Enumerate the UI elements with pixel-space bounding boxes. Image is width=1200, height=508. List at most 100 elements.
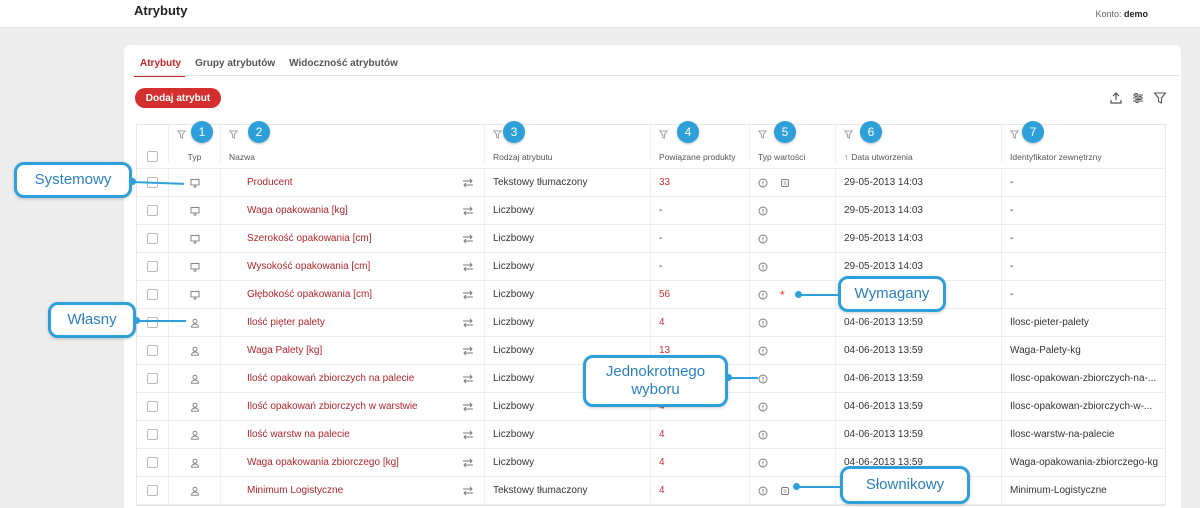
tabs-divider — [134, 75, 1179, 76]
swap-icon[interactable] — [462, 346, 474, 356]
swap-icon[interactable] — [462, 290, 474, 300]
row-checkbox[interactable] — [147, 205, 158, 216]
attribute-name-link[interactable]: Ilość pięter palety — [247, 317, 325, 328]
row-checkbox[interactable] — [147, 261, 158, 272]
col-created-header[interactable]: 6 ↑ Data utworzenia — [836, 121, 1002, 162]
value-type-cell — [750, 365, 836, 392]
table-row[interactable]: Producent Tekstowy tłumaczony 33 29-05-2013… — [137, 169, 1165, 197]
filter-icon[interactable] — [1010, 130, 1019, 139]
table-row[interactable]: Waga opakowania zbiorczego [kg] Liczbowy 4… — [137, 449, 1165, 477]
linked-products-count[interactable]: 56 — [659, 289, 670, 300]
type-cell — [169, 477, 221, 504]
created-date: 04-06-2013 13:59 — [844, 317, 923, 328]
filter-icon[interactable] — [758, 130, 767, 139]
type-cell — [169, 449, 221, 476]
col-value-type-header[interactable]: 5 Typ wartości — [750, 121, 836, 162]
table-row[interactable]: Ilość warstw na palecie Liczbowy 4 04-06-20… — [137, 421, 1165, 449]
row-checkbox[interactable] — [147, 345, 158, 356]
swap-icon[interactable] — [462, 458, 474, 468]
type-cell — [169, 309, 221, 336]
dictionary-icon — [781, 486, 789, 495]
row-checkbox[interactable] — [147, 233, 158, 244]
col-value-type-label: Typ wartości — [758, 152, 806, 162]
attribute-name-link[interactable]: Ilość opakowań zbiorczych w warstwie — [247, 401, 418, 412]
created-date: 04-06-2013 13:59 — [844, 401, 923, 412]
created-date: 29-05-2013 14:03 — [844, 177, 923, 188]
row-checkbox[interactable] — [147, 373, 158, 384]
single-choice-icon — [758, 290, 768, 299]
row-checkbox[interactable] — [147, 317, 158, 328]
account-name[interactable]: demo — [1124, 9, 1148, 19]
swap-icon[interactable] — [462, 262, 474, 272]
filter-icon[interactable] — [493, 130, 502, 139]
column-badge: 4 — [677, 121, 699, 143]
row-checkbox[interactable] — [147, 401, 158, 412]
swap-icon[interactable] — [462, 234, 474, 244]
user-icon — [190, 458, 199, 468]
external-id: Ilosc-pieter-palety — [1010, 317, 1089, 328]
filter-icon[interactable] — [844, 130, 853, 139]
attribute-name-link[interactable]: Waga opakowania zbiorczego [kg] — [247, 457, 399, 468]
linked-products-count[interactable]: 4 — [659, 457, 665, 468]
monitor-icon — [190, 178, 199, 187]
attribute-kind: Tekstowy tłumaczony — [493, 177, 588, 188]
table-row[interactable]: Ilość pięter palety Liczbowy 4 04-06-2013 1… — [137, 309, 1165, 337]
swap-icon[interactable] — [462, 374, 474, 384]
swap-icon[interactable] — [462, 402, 474, 412]
attribute-name-link[interactable]: Producent — [247, 177, 293, 188]
export-icon[interactable] — [1109, 91, 1123, 105]
callout-wymagany: Wymagany — [838, 276, 946, 312]
table-row[interactable]: Głębokość opakowania [cm]Liczbowy56*29-0… — [137, 281, 1165, 309]
linked-products-count[interactable]: 4 — [659, 485, 665, 496]
attribute-name-link[interactable]: Szerokość opakowania [cm] — [247, 233, 372, 244]
attribute-name-link[interactable]: Waga opakowania [kg] — [247, 205, 348, 216]
row-checkbox[interactable] — [147, 429, 158, 440]
col-kind-header[interactable]: 3 Rodzaj atrybutu — [485, 121, 651, 162]
attribute-name-link[interactable]: Ilość warstw na palecie — [247, 429, 350, 440]
swap-icon[interactable] — [462, 318, 474, 328]
external-id: Waga-opakowania-zbiorczego-kg — [1010, 457, 1159, 468]
external-id: Waga-Palety-kg — [1010, 345, 1081, 356]
filter-icon[interactable] — [229, 130, 238, 139]
linked-products-count[interactable]: 33 — [659, 177, 670, 188]
type-cell — [169, 337, 221, 364]
col-type-header[interactable]: 1 Typ — [169, 121, 221, 162]
top-bar: Atrybuty Konto: demo — [0, 0, 1200, 28]
linked-products-count[interactable]: 4 — [659, 429, 665, 440]
table-row[interactable]: Wysokość opakowania [cm] Liczbowy - 29-05-2… — [137, 253, 1165, 281]
external-id: - — [1010, 261, 1014, 272]
col-external-id-header[interactable]: 7 Identyfikator zewnętrzny — [1002, 121, 1167, 162]
type-cell — [169, 281, 221, 308]
sort-asc-icon[interactable]: ↑ — [844, 152, 848, 162]
swap-icon[interactable] — [462, 178, 474, 188]
add-attribute-button[interactable]: Dodaj atrybut — [135, 88, 221, 108]
single-choice-icon — [758, 234, 768, 243]
row-checkbox[interactable] — [147, 289, 158, 300]
swap-icon[interactable] — [462, 430, 474, 440]
swap-icon[interactable] — [462, 206, 474, 216]
swap-icon[interactable] — [462, 486, 474, 496]
linked-products-count[interactable]: 4 — [659, 317, 665, 328]
column-settings-icon[interactable] — [1131, 91, 1145, 105]
col-linked-header[interactable]: 4 Powiązane produkty — [651, 121, 750, 162]
attribute-kind: Liczbowy — [493, 373, 535, 384]
table-row[interactable]: Minimum LogistyczneTekstowy tłumaczony40… — [137, 477, 1165, 505]
filter-icon[interactable] — [659, 130, 668, 139]
select-all-checkbox[interactable] — [147, 151, 158, 162]
row-checkbox[interactable] — [147, 485, 158, 496]
type-cell — [169, 253, 221, 280]
row-checkbox[interactable] — [147, 457, 158, 468]
table-row[interactable]: Szerokość opakowania [cm] Liczbowy - 29-05-… — [137, 225, 1165, 253]
col-name-header[interactable]: 2 Nazwa — [221, 121, 485, 162]
callout-pointer — [795, 291, 838, 298]
attribute-name-link[interactable]: Ilość opakowań zbiorczych na palecie — [247, 373, 414, 384]
attribute-name-link[interactable]: Głębokość opakowania [cm] — [247, 289, 372, 300]
attribute-name-link[interactable]: Wysokość opakowania [cm] — [247, 261, 370, 272]
table-row[interactable]: Waga opakowania [kg] Liczbowy - 29-05-2013 … — [137, 197, 1165, 225]
filter-icon[interactable] — [177, 130, 186, 139]
col-kind-label: Rodzaj atrybutu — [493, 152, 553, 162]
col-external-id-label: Identyfikator zewnętrzny — [1010, 152, 1102, 162]
attribute-name-link[interactable]: Waga Palety [kg] — [247, 345, 322, 356]
filter-icon[interactable] — [1153, 91, 1167, 105]
attribute-name-link[interactable]: Minimum Logistyczne — [247, 485, 343, 496]
